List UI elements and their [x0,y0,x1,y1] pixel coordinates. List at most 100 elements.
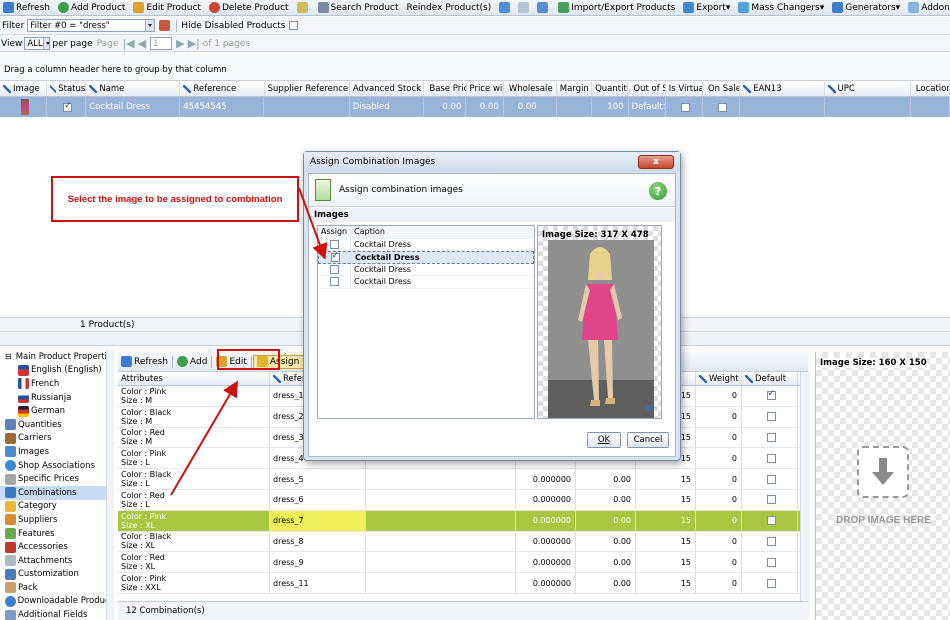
hide-disabled-checkbox[interactable] [288,21,298,30]
default-checkbox[interactable] [742,489,798,510]
export-button[interactable]: Export ▾ [680,1,733,15]
assign-checkbox[interactable] [318,238,351,250]
combo-refresh-button[interactable]: Refresh [118,355,171,369]
on-sale-checkbox[interactable] [703,97,741,117]
edit-product-button[interactable]: Edit Product [130,1,203,15]
col-quantity[interactable]: Quantity [592,82,629,96]
tree-scrollbar[interactable] [106,350,114,620]
col-reference[interactable]: Reference [180,82,265,96]
reference-cell[interactable]: dress_7 [270,510,366,531]
assign-row[interactable]: Cocktail Dress [318,263,534,276]
ok-button[interactable]: OK [587,432,621,448]
default-checkbox[interactable] [742,386,798,406]
col-out-of-stock[interactable]: Out of S [628,82,666,96]
col-supplier-reference[interactable]: Supplier Reference [265,82,350,96]
reference-cell[interactable]: dress_8 [270,531,366,552]
is-virtual-checkbox[interactable] [666,97,704,117]
col-on-sale[interactable]: On Sale [703,82,741,96]
tree-item-german[interactable]: German [0,404,113,418]
table-row[interactable]: Color : Red Size : XL dress_9 0.000000 0.00 1… [118,552,808,574]
tree-item-suppliers[interactable]: Suppliers [0,513,113,527]
table-row[interactable]: Color : Black Size : XL dress_8 0.000000 0.0… [118,531,808,553]
col-location[interactable]: Location [911,82,950,96]
prev-page-icon[interactable]: ◀ [138,37,146,50]
default-checkbox[interactable] [742,469,798,489]
tree-item-quantities[interactable]: Quantities [0,418,113,432]
combinations-scrollbar[interactable] [800,372,810,618]
col-status[interactable]: Status [47,82,87,96]
default-checkbox[interactable] [742,552,798,573]
table-row[interactable]: Color : Red Size : Ldress_6 0.000000 0.00 15… [118,489,808,511]
tree-item-additional-fields[interactable]: Additional Fields [0,608,113,620]
clear-filter-icon[interactable] [159,20,171,31]
tool-button[interactable] [294,1,313,15]
filter-select[interactable]: Filter #0 = "dress" [27,19,156,32]
table-row[interactable]: Color : Pink Size : XL dress_7 0.000000 0.00… [118,510,808,532]
grid-button[interactable] [496,1,515,15]
tree-item-shop-associations[interactable]: Shop Associations [0,459,113,473]
col-caption[interactable]: Caption [351,227,385,236]
col-ean13[interactable]: EAN13 [740,82,825,96]
tree-item-downloadable[interactable]: Downloadable Product [0,595,113,609]
reindex-button[interactable]: Reindex Product(s) [404,1,495,15]
last-page-icon[interactable]: ▶| [188,37,200,50]
tree-item-english[interactable]: English (English) [0,364,113,378]
search-product-button[interactable]: Search Product [315,1,402,15]
default-checkbox[interactable] [742,573,798,593]
assign-row[interactable]: Cocktail Dress [318,238,534,251]
import-export-button[interactable]: Import/Export Products [555,1,678,15]
col-advanced-stock[interactable]: Advanced Stock Manage [350,82,425,96]
mass-changers-button[interactable]: Mass Changers ▾ [735,1,827,15]
col-base-price[interactable]: Base Price [424,82,467,96]
tree-item-pack[interactable]: Pack [0,581,113,595]
image-drop-panel[interactable]: Image Size: 160 X 150 DROP IMAGE HERE [815,352,950,620]
assign-checkbox[interactable] [318,276,351,288]
tree-item-combinations[interactable]: Combinations [0,485,113,500]
col-upc[interactable]: UPC [825,82,911,96]
reference-cell[interactable]: dress_11 [270,573,366,593]
tree-item-main-properties[interactable]: ⊟ Main Product Properties [0,350,113,364]
tree-item-specific-prices[interactable]: Specific Prices [0,472,113,486]
default-checkbox[interactable] [742,427,798,448]
tree-item-images[interactable]: Images [0,445,113,459]
reference-cell[interactable]: dress_6 [270,489,366,510]
print-button[interactable] [534,1,553,15]
assign-checkbox[interactable] [318,263,351,275]
refresh-button[interactable]: Refresh [0,1,53,15]
assign-row[interactable]: Cocktail Dress [318,276,534,289]
combo-add-button[interactable]: Add [174,355,210,369]
generators-button[interactable]: Generators ▾ [829,1,903,15]
group-panel[interactable]: Drag a column header here to group by th… [0,53,950,81]
col-margin[interactable]: Margin [557,82,593,96]
tree-item-features[interactable]: Features [0,527,113,541]
col-price-tax[interactable]: Price with Ta [467,82,504,96]
col-weight[interactable]: Weight [696,372,742,385]
copy-button[interactable] [515,1,534,15]
col-name[interactable]: Name [86,82,181,96]
delete-product-button[interactable]: Delete Product [206,1,292,15]
col-wholesale[interactable]: Wholesale P [504,82,557,96]
table-row[interactable]: Cocktail Dress 45454545 Disabled 0.00 0.… [0,97,950,117]
reference-cell[interactable]: dress_9 [270,552,366,573]
rotate-icon[interactable]: ⟳ [646,402,655,415]
default-checkbox[interactable] [742,531,798,552]
col-attributes[interactable]: Attributes [118,372,270,385]
reference-cell[interactable]: dress_5 [270,469,366,489]
default-checkbox[interactable] [742,406,798,427]
table-row[interactable]: Color : Black Size : Ldress_5 0.000000 0.00… [118,469,808,490]
tree-item-french[interactable]: French [0,377,113,391]
assign-row[interactable]: Cocktail Dress [318,251,534,264]
assign-checkbox[interactable] [319,251,352,263]
default-checkbox[interactable] [742,510,798,531]
tree-item-carriers[interactable]: Carriers [0,432,113,446]
page-input[interactable]: 1 [150,37,173,50]
addons-button[interactable]: Addons▾ [905,1,950,15]
dialog-close-button[interactable]: x [638,155,674,169]
view-select[interactable]: ALL [24,37,51,50]
tree-item-customization[interactable]: Customization [0,568,113,582]
col-assign[interactable]: Assign [318,226,351,238]
col-default[interactable]: Default [742,372,798,385]
default-checkbox[interactable] [742,448,798,469]
add-product-button[interactable]: Add Product [55,1,128,15]
first-page-icon[interactable]: |◀ [122,37,134,50]
